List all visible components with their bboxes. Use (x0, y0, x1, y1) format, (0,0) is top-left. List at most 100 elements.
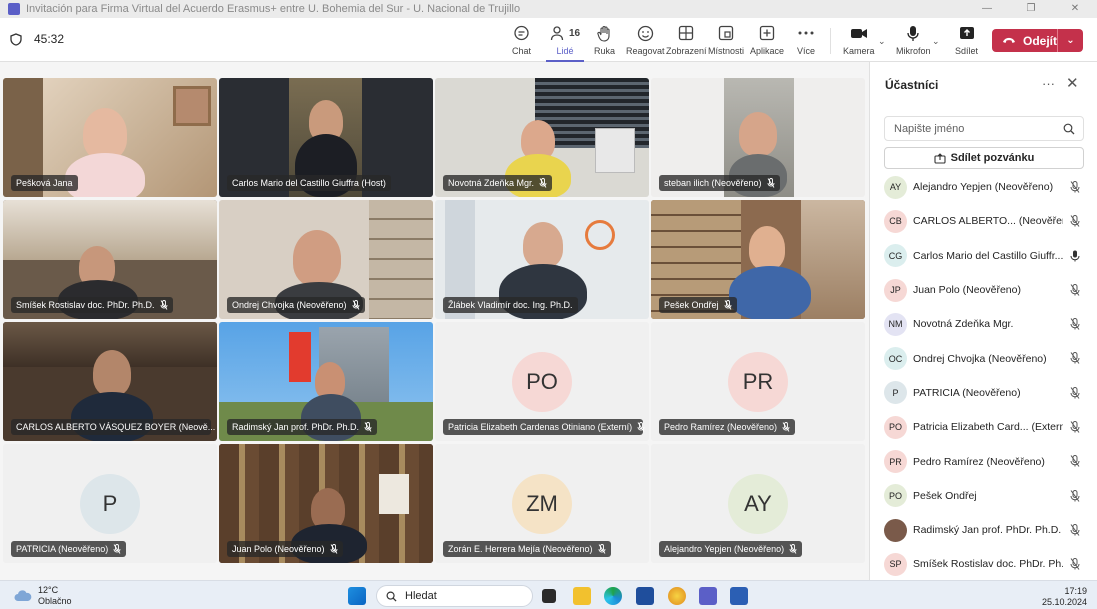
share-invite-button[interactable]: Sdílet pozvánku (884, 147, 1084, 169)
video-tile[interactable]: Radimský Jan prof. PhDr. Ph.D. (219, 322, 433, 441)
leave-button[interactable]: Odejít ⌄ (992, 29, 1083, 52)
participant-name: CARLOS ALBERTO... (Neověřeno) (913, 215, 1063, 228)
window-controls: — ❐ ✕ (965, 0, 1097, 18)
avatar: NM (884, 312, 907, 336)
teams-taskbar-icon[interactable] (699, 587, 717, 605)
mic-off-icon (539, 178, 547, 188)
tile-name: Carlos Mario del Castillo Giuffra (Host) (227, 175, 391, 191)
meeting-timer: 45:32 (10, 32, 64, 46)
maximize-button[interactable]: ❐ (1009, 0, 1053, 18)
video-tile[interactable]: Smíšek Rostislav doc. PhDr. Ph.D. (3, 200, 217, 319)
participant-name: Alejandro Yepjen (Neověřeno) (913, 181, 1054, 194)
tile-name: Pešková Jana (11, 175, 78, 191)
smile-icon (637, 25, 653, 41)
more-button[interactable]: Více (797, 22, 815, 56)
task-view-icon[interactable] (542, 589, 556, 603)
tile-name: Zorán E. Herrera Mejía (Neověřeno) (443, 541, 611, 557)
avatar-tile[interactable]: AY Alejandro Yepjen (Neověřeno) (651, 444, 865, 563)
panel-more-button[interactable]: ··· (1042, 76, 1055, 91)
camera-options-chevron-icon[interactable]: ⌄ (878, 36, 886, 47)
tile-name: Smíšek Rostislav doc. PhDr. Ph.D. (11, 297, 173, 313)
start-icon[interactable] (348, 587, 366, 605)
participant-row[interactable]: SP Smíšek Rostislav doc. PhDr. Ph... (884, 547, 1094, 581)
avatar: PO (884, 415, 907, 439)
minimize-button[interactable]: — (965, 0, 1009, 18)
leave-options-chevron-icon[interactable]: ⌄ (1058, 35, 1083, 46)
tile-name: steban ilich (Neověřeno) (659, 175, 780, 191)
video-tile[interactable]: steban ilich (Neověřeno) (651, 78, 865, 197)
video-tile[interactable]: CARLOS ALBERTO VÁSQUEZ BOYER (Neově... (3, 322, 217, 441)
mic-off-icon (1070, 455, 1080, 468)
participant-row[interactable]: AY Alejandro Yepjen (Neověřeno) (884, 170, 1094, 204)
mic-off-icon (782, 422, 790, 432)
participant-name: Juan Polo (Neověřeno) (913, 284, 1021, 297)
camera-icon (850, 28, 867, 38)
cloud-icon (14, 590, 32, 601)
tile-name: Pešek Ondřej (659, 297, 737, 313)
participant-row[interactable]: PR Pedro Ramírez (Neověřeno) (884, 444, 1094, 478)
video-tile[interactable]: Žlábek Vladimír doc. Ing. Ph.D. (435, 200, 649, 319)
avatar: JP (884, 278, 907, 302)
panel-close-button[interactable]: ✕ (1066, 74, 1079, 92)
tile-name: Žlábek Vladimír doc. Ing. Ph.D. (443, 297, 578, 313)
chat-icon (514, 25, 529, 40)
avatar: SP (884, 552, 907, 576)
store-icon[interactable] (636, 587, 654, 605)
mic-options-chevron-icon[interactable]: ⌄ (932, 36, 940, 47)
avatar-tile[interactable]: P PATRICIA (Neověřeno) (3, 444, 217, 563)
avatar-tile[interactable]: PO Patricia Elizabeth Cardenas Otiniano … (435, 322, 649, 441)
participant-row[interactable]: Radimský Jan prof. PhDr. Ph.D. (884, 513, 1094, 547)
participant-row[interactable]: PO Pešek Ondřej (884, 479, 1094, 513)
participant-row[interactable]: JP Juan Polo (Neověřeno) (884, 273, 1094, 307)
participant-row[interactable]: P PATRICIA (Neověřeno) (884, 376, 1094, 410)
share-content-button[interactable]: Sdílet (955, 22, 978, 56)
windows-taskbar: 12°C Oblačno Hledat 17:19 25.10.2024 (0, 580, 1097, 609)
video-tile[interactable]: Juan Polo (Neověřeno) (219, 444, 433, 563)
participant-row[interactable]: OC Ondrej Chvojka (Neověřeno) (884, 341, 1094, 375)
camera-button[interactable]: Kamera (843, 22, 875, 56)
mic-off-icon (789, 544, 797, 554)
participant-name: Radimský Jan prof. PhDr. Ph.D. (913, 524, 1062, 537)
weather-widget[interactable]: 12°C Oblačno (14, 585, 72, 607)
taskbar-search-input[interactable]: Hledat (376, 585, 533, 607)
react-button[interactable]: Reagovat (626, 22, 665, 56)
participant-search-input[interactable]: Napište jméno (884, 116, 1084, 141)
mic-off-icon (767, 178, 775, 188)
avatar: PO (512, 352, 572, 412)
participant-name: Pešek Ondřej (913, 489, 977, 502)
video-tile[interactable]: Ondrej Chvojka (Neověřeno) (219, 200, 433, 319)
participant-row[interactable]: PO Patricia Elizabeth Card... (Externí) (884, 410, 1094, 444)
video-tile[interactable]: Pešek Ondřej (651, 200, 865, 319)
phone-hangup-icon (1002, 37, 1015, 43)
app-icon[interactable] (668, 587, 686, 605)
participant-row[interactable]: CG Carlos Mario del Castillo Giuffr... (884, 239, 1094, 273)
search-icon (1063, 123, 1075, 135)
participant-count: 16 (569, 27, 581, 39)
raise-hand-button[interactable]: Ruka (594, 22, 615, 56)
system-clock[interactable]: 17:19 25.10.2024 (1042, 586, 1087, 608)
edge-icon[interactable] (604, 587, 622, 605)
microphone-button[interactable]: Mikrofon (896, 22, 931, 56)
participant-row[interactable]: CB CARLOS ALBERTO... (Neověřeno) (884, 204, 1094, 238)
avatar: OC (884, 347, 907, 371)
word-icon[interactable] (730, 587, 748, 605)
people-button[interactable]: 16 Lidé (545, 22, 585, 62)
mic-off-icon (113, 544, 121, 554)
chat-button[interactable]: Chat (512, 22, 531, 56)
video-tile[interactable]: Novotná Zdeňka Mgr. (435, 78, 649, 197)
avatar: P (884, 381, 907, 405)
rooms-button[interactable]: Místnosti (708, 22, 744, 56)
share-icon (959, 27, 974, 39)
apps-button[interactable]: Aplikace (750, 22, 784, 56)
panel-title: Účastníci (885, 78, 939, 92)
file-explorer-icon[interactable] (573, 587, 591, 605)
close-window-button[interactable]: ✕ (1053, 0, 1097, 18)
video-tile[interactable]: Pešková Jana (3, 78, 217, 197)
participant-row[interactable]: NM Novotná Zdeňka Mgr. (884, 307, 1094, 341)
avatar-tile[interactable]: PR Pedro Ramírez (Neověřeno) (651, 322, 865, 441)
mic-off-icon (330, 544, 338, 554)
view-button[interactable]: Zobrazení (666, 22, 707, 56)
avatar-tile[interactable]: ZM Zorán E. Herrera Mejía (Neověřeno) (435, 444, 649, 563)
tile-name: Juan Polo (Neověřeno) (227, 541, 343, 557)
video-tile[interactable]: Carlos Mario del Castillo Giuffra (Host) (219, 78, 433, 197)
